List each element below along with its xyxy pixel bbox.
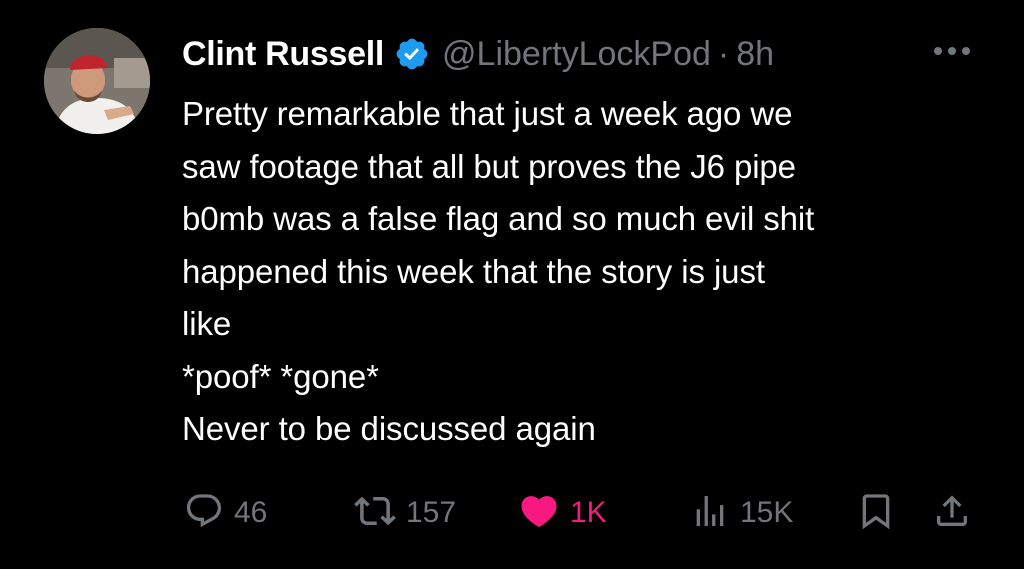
share-icon [932, 491, 972, 536]
tweet-line: *poof* *gone* [182, 357, 379, 395]
bookmark-icon [856, 491, 896, 536]
author-name[interactable]: Clint Russell [182, 35, 384, 74]
avatar[interactable] [44, 28, 150, 134]
tweet-line: Pretty remarkable that just a week ago w… [182, 95, 793, 132]
timestamp[interactable]: 8h [736, 35, 774, 74]
like-button[interactable]: 1K [518, 488, 607, 538]
author-handle[interactable]: @LibertyLockPod [442, 35, 711, 74]
reply-button[interactable]: 46 [184, 488, 267, 538]
tweet-text: Pretty remarkable that just a week ago w… [182, 88, 982, 456]
tweet-header: Clint Russell @LibertyLockPod · 8h [182, 28, 774, 80]
like-count: 1K [570, 496, 607, 529]
repost-icon [354, 490, 396, 537]
tweet-line: happened this week that the story is jus… [182, 252, 765, 290]
reply-count: 46 [234, 496, 268, 529]
reply-icon [184, 491, 224, 536]
repost-button[interactable]: 157 [354, 488, 456, 538]
tweet: Clint Russell @LibertyLockPod · 8h Prett… [0, 0, 1024, 569]
bookmark-button[interactable] [856, 488, 896, 538]
share-button[interactable] [932, 488, 972, 538]
heart-icon [518, 490, 560, 537]
action-bar: 46 157 1K 15K [0, 488, 1024, 538]
tweet-line: saw footage that all but proves the J6 p… [182, 147, 796, 185]
verified-badge-icon [394, 36, 430, 72]
header-separator: · [717, 34, 730, 73]
more-icon[interactable] [930, 38, 974, 64]
tweet-line: like [182, 305, 232, 342]
tweet-line: Never to be discussed again [182, 410, 596, 447]
tweet-line: b0mb was a false flag and so much evil s… [182, 200, 815, 237]
views-count: 15K [740, 496, 794, 529]
avatar-image [44, 28, 150, 134]
views-button[interactable]: 15K [690, 488, 793, 538]
repost-count: 157 [406, 496, 457, 529]
views-icon [690, 491, 730, 536]
